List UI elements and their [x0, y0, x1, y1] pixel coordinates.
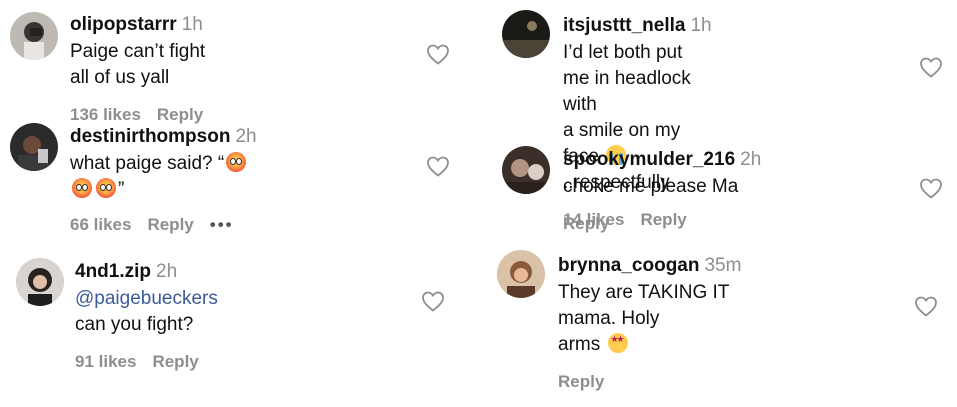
timestamp[interactable]: 2h	[740, 149, 761, 170]
heart-outline-icon[interactable]	[914, 295, 938, 317]
reply-button[interactable]: Reply	[152, 352, 198, 371]
heart-outline-icon[interactable]	[421, 290, 445, 312]
username[interactable]: brynna_coogan	[558, 255, 699, 276]
avatar[interactable]	[502, 10, 550, 58]
heart-outline-icon[interactable]	[426, 43, 450, 65]
username[interactable]: destinirthompson	[70, 126, 230, 147]
likes-count[interactable]: 136 likes	[70, 105, 141, 124]
timestamp[interactable]: 2h	[235, 126, 256, 147]
avatar[interactable]	[497, 250, 545, 298]
timestamp[interactable]: 2h	[156, 261, 177, 282]
hot-face-emoji	[226, 152, 247, 172]
comment-text: Paige can’t fight all of us yall	[70, 41, 206, 88]
likes-count[interactable]: 66 likes	[70, 215, 131, 234]
reply-button[interactable]: Reply	[558, 372, 604, 391]
username[interactable]: itsjusttt_nella	[563, 15, 685, 36]
heart-outline-icon[interactable]	[426, 155, 450, 177]
timestamp[interactable]: 1h	[182, 14, 203, 35]
avatar[interactable]	[16, 258, 64, 306]
mention-link[interactable]: @paigebueckers	[75, 288, 218, 309]
heart-outline-icon[interactable]	[919, 56, 943, 78]
reply-button[interactable]: Reply	[157, 105, 203, 124]
hot-face-emoji	[96, 178, 116, 198]
username[interactable]: spookymulder_216	[563, 149, 735, 170]
comment-text: They are TAKING IT mama. Holy arms	[558, 280, 741, 358]
reply-button[interactable]: Reply	[563, 214, 609, 233]
reply-button[interactable]: Reply	[147, 215, 193, 234]
avatar[interactable]	[10, 12, 58, 60]
username[interactable]: olipopstarrr	[70, 14, 177, 35]
comment-text: what paige said? “”	[70, 151, 257, 203]
comment-text: @paigebueckers can you fight?	[75, 288, 218, 335]
star-struck-emoji	[607, 333, 628, 353]
username[interactable]: 4nd1.zip	[75, 261, 151, 282]
likes-count[interactable]: 91 likes	[75, 352, 136, 371]
avatar[interactable]	[502, 146, 550, 194]
comment-text: choke me please Ma	[563, 176, 739, 197]
timestamp[interactable]: 1h	[690, 15, 711, 36]
more-horizontal-icon[interactable]: •••	[210, 215, 234, 234]
timestamp[interactable]: 35m	[704, 255, 741, 276]
avatar[interactable]	[10, 123, 58, 171]
hot-face-emoji	[72, 178, 92, 198]
heart-outline-icon[interactable]	[919, 177, 943, 199]
